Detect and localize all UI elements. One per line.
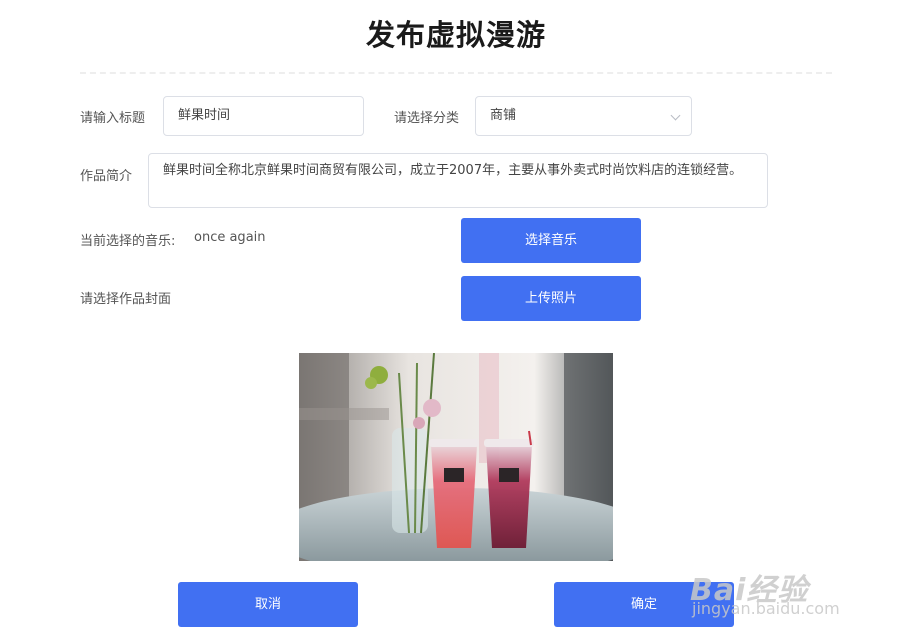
intro-label: 作品简介 [80,169,133,184]
watermark-url: jingyan.baidu.com [692,599,840,618]
category-select-value: 商铺 [490,108,517,123]
category-label: 请选择分类 [394,111,460,126]
music-label: 当前选择的音乐: [80,234,176,249]
music-value: once again [194,230,266,245]
category-select[interactable]: 商铺 [475,96,692,136]
title-input[interactable]: 鲜果时间 [163,96,364,136]
baidu-watermark: Bai经验 jingyan.baidu.com [690,565,860,625]
choose-music-button[interactable]: 选择音乐 [461,218,641,263]
divider [80,72,832,74]
intro-textarea[interactable]: 鲜果时间全称北京鲜果时间商贸有限公司，成立于2007年，主要从事外卖式时尚饮料店… [148,153,768,208]
title-input-value: 鲜果时间 [178,108,231,123]
cancel-button[interactable]: 取消 [178,582,358,627]
cover-label: 请选择作品封面 [80,292,172,307]
title-label: 请输入标题 [80,111,146,126]
cover-image [299,353,613,561]
chevron-down-icon [670,110,681,121]
upload-photo-button[interactable]: 上传照片 [461,276,641,321]
page-title: 发布虚拟漫游 [365,18,546,52]
